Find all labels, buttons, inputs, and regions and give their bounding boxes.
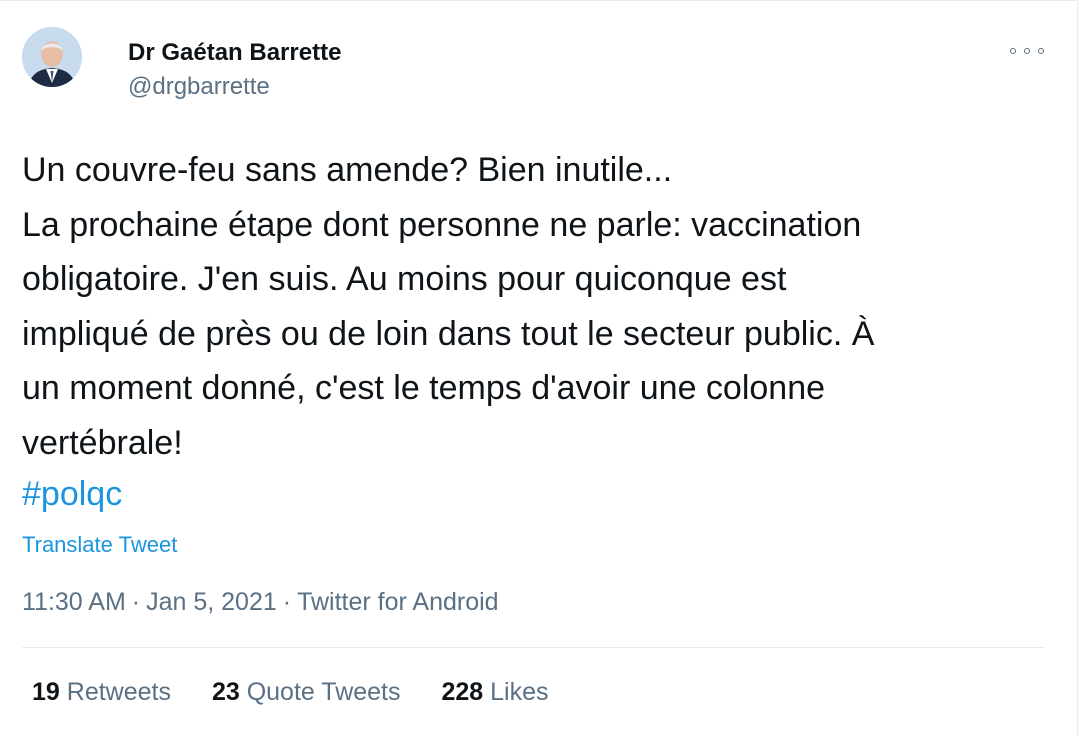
more-horizontal-icon <box>1010 48 1016 54</box>
tweet-text: Un couvre-feu sans amende? Bien inutile.… <box>22 143 1052 470</box>
tweet-source[interactable]: Twitter for Android <box>297 588 498 616</box>
avatar-portrait <box>22 27 82 87</box>
quote-tweets-stat[interactable]: 23 Quote Tweets <box>212 677 401 707</box>
tweet-stats: 19 Retweets 23 Quote Tweets 228 Likes <box>32 677 583 707</box>
avatar[interactable] <box>22 27 82 87</box>
tweet-text-line: vertébrale! <box>22 423 183 462</box>
tweet-text-line: obligatoire. J'en suis. Au moins pour qu… <box>22 260 787 298</box>
retweets-count: 19 <box>32 678 60 706</box>
author-handle[interactable]: @drgbarrette <box>128 73 270 101</box>
likes-label: Likes <box>490 678 549 706</box>
more-options-button[interactable] <box>1010 41 1044 61</box>
quote-tweets-count: 23 <box>211 678 240 706</box>
more-horizontal-icon <box>1038 48 1044 54</box>
translate-tweet-link[interactable]: Translate Tweet <box>22 531 177 559</box>
meta-separator: · <box>282 588 292 616</box>
more-horizontal-icon <box>1024 48 1030 54</box>
tweet-meta: 11:30 AM · Jan 5, 2021 · Twitter for Android <box>22 587 499 617</box>
retweets-stat[interactable]: 19 Retweets <box>32 677 171 707</box>
tweet-time[interactable]: 11:30 AM <box>22 588 126 616</box>
tweet-text-line: La prochaine étape dont personne ne parl… <box>22 205 862 244</box>
likes-count: 228 <box>441 678 484 706</box>
tweet-date[interactable]: Jan 5, 2021 <box>146 588 277 616</box>
likes-stat[interactable]: 228 Likes <box>441 677 548 707</box>
quote-tweets-label: Quote Tweets <box>246 678 401 706</box>
hashtag-link[interactable]: #polqc <box>22 470 122 518</box>
meta-separator: · <box>131 588 141 616</box>
tweet-text-line: un moment donné, c'est le temps d'avoir … <box>22 369 826 407</box>
tweet-text-line: impliqué de près ou de loin dans tout le… <box>22 314 875 353</box>
tweet-card: Dr Gaétan Barrette @drgbarrette Un couvr… <box>0 0 1078 736</box>
divider <box>22 647 1044 648</box>
retweets-label: Retweets <box>66 678 171 706</box>
author-name[interactable]: Dr Gaétan Barrette <box>128 39 341 67</box>
tweet-text-line: Un couvre-feu sans amende? Bien inutile.… <box>22 151 673 189</box>
